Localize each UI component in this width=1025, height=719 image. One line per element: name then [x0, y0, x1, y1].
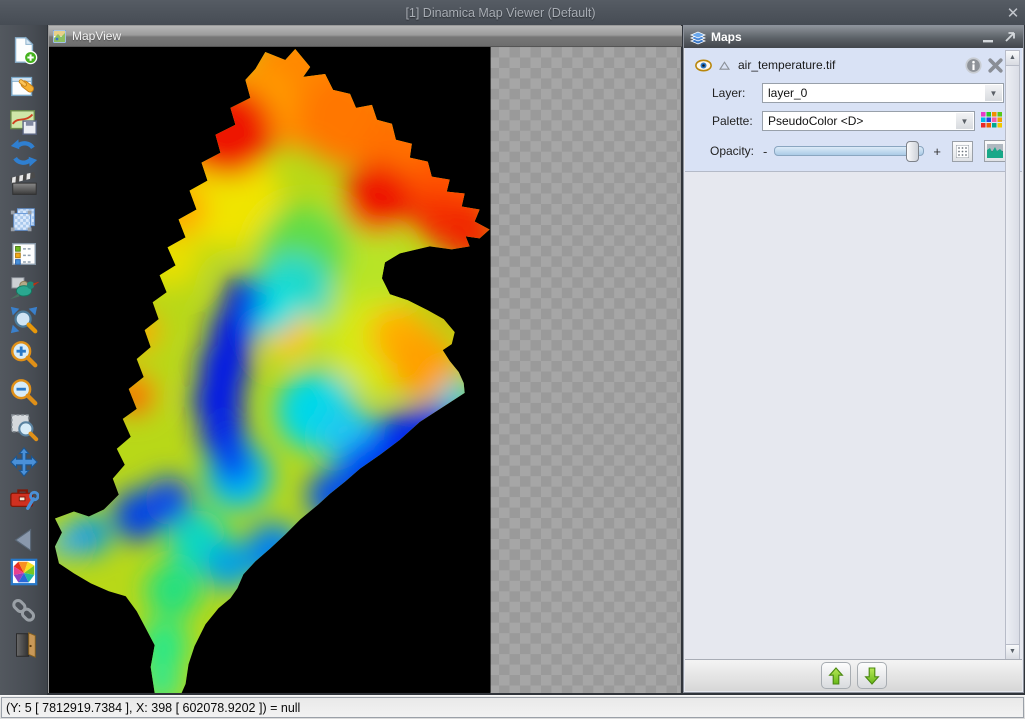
- palette-grid-icon[interactable]: [981, 112, 1003, 130]
- dinamica-bird-icon[interactable]: [7, 271, 40, 304]
- palette-combobox-value: PseudoColor <D>: [763, 114, 956, 128]
- layer-combobox-value: layer_0: [763, 86, 985, 100]
- back-icon[interactable]: [7, 523, 40, 556]
- palette-label: Palette:: [712, 114, 762, 128]
- transparency-icon[interactable]: [7, 203, 40, 236]
- minimize-icon[interactable]: [981, 30, 995, 44]
- tools-icon[interactable]: [7, 480, 40, 513]
- opacity-slider[interactable]: [774, 146, 924, 156]
- scroll-down-icon[interactable]: ▼: [1006, 644, 1019, 659]
- zoom-in-icon[interactable]: [7, 337, 40, 370]
- coordinate-readout: (Y: 5 [ 7812919.7384 ], X: 398 [ 602078.…: [1, 697, 1024, 718]
- opacity-plus-label: +: [933, 144, 941, 159]
- palette-editor-icon[interactable]: [7, 555, 40, 588]
- exit-icon[interactable]: [7, 628, 40, 661]
- float-panel-icon[interactable]: [1003, 30, 1017, 44]
- arrow-down-icon: [864, 667, 880, 685]
- layer-filename: air_temperature.tif: [738, 58, 965, 72]
- refresh-icon[interactable]: [7, 136, 40, 169]
- maps-layers-icon: [690, 30, 706, 45]
- histogram-button[interactable]: [984, 140, 1007, 162]
- layer-collapse-icon[interactable]: [718, 60, 731, 71]
- layer-title-row: air_temperature.tif: [695, 56, 1007, 74]
- value-table-icon: [956, 145, 969, 158]
- map-canvas[interactable]: [49, 47, 680, 693]
- window-title: [1] Dinamica Map Viewer (Default): [0, 6, 1001, 20]
- layer-info-icon[interactable]: [965, 57, 982, 74]
- zoom-to-fit-icon[interactable]: [7, 303, 40, 336]
- link-icon[interactable]: [7, 593, 40, 626]
- open-map-icon[interactable]: [7, 69, 40, 102]
- maps-panel-header[interactable]: Maps: [684, 26, 1023, 48]
- mapview-panel: MapView: [48, 25, 681, 693]
- zoom-out-icon[interactable]: [7, 375, 40, 408]
- palette-row: Palette: PseudoColor <D> ▼: [712, 111, 1007, 131]
- move-layer-up-button[interactable]: [821, 662, 851, 689]
- maps-scrollbar[interactable]: ▲ ▼: [1005, 50, 1020, 660]
- opacity-label: Opacity:: [710, 144, 763, 158]
- maps-panel-bottom-bar: [685, 659, 1022, 691]
- mapview-title: MapView: [72, 29, 121, 43]
- mapview-header[interactable]: MapView: [49, 26, 682, 47]
- value-table-button[interactable]: [952, 141, 973, 162]
- new-map-view-icon[interactable]: [7, 33, 40, 66]
- pan-icon[interactable]: [7, 445, 40, 478]
- maps-panel: Maps air_temperature.tif Layer: layer_0 …: [683, 25, 1024, 693]
- main-toolbar: [0, 25, 47, 695]
- statusbar: (Y: 5 [ 7812919.7384 ], X: 398 [ 602078.…: [0, 695, 1025, 719]
- layer-combobox-arrow-icon[interactable]: ▼: [985, 85, 1002, 101]
- layer-combobox[interactable]: layer_0 ▼: [762, 83, 1004, 103]
- move-layer-down-button[interactable]: [857, 662, 887, 689]
- opacity-minus-label: -: [763, 144, 767, 159]
- opacity-row: Opacity: - +: [710, 140, 1010, 162]
- movie-icon[interactable]: [7, 168, 40, 201]
- scroll-up-icon[interactable]: ▲: [1006, 51, 1019, 66]
- legend-icon[interactable]: [7, 237, 40, 270]
- zoom-window-icon[interactable]: [7, 410, 40, 443]
- save-map-icon[interactable]: [7, 105, 40, 138]
- mapview-icon: [53, 30, 66, 43]
- layer-remove-icon[interactable]: [987, 57, 1004, 74]
- maps-panel-title: Maps: [711, 30, 981, 44]
- window-close-icon[interactable]: ✕: [1001, 4, 1025, 22]
- arrow-up-icon: [828, 667, 844, 685]
- layer-row: Layer: layer_0 ▼: [712, 83, 1007, 103]
- palette-combobox-arrow-icon[interactable]: ▼: [956, 113, 973, 129]
- window-titlebar: [1] Dinamica Map Viewer (Default) ✕: [0, 0, 1025, 25]
- maps-panel-content: air_temperature.tif Layer: layer_0 ▼ Pal…: [685, 48, 1022, 662]
- histogram-icon: [987, 144, 1003, 158]
- layer-label: Layer:: [712, 86, 762, 100]
- layer-visibility-eye-icon[interactable]: [695, 59, 712, 72]
- opacity-slider-thumb[interactable]: [906, 141, 919, 162]
- palette-combobox[interactable]: PseudoColor <D> ▼: [762, 111, 975, 131]
